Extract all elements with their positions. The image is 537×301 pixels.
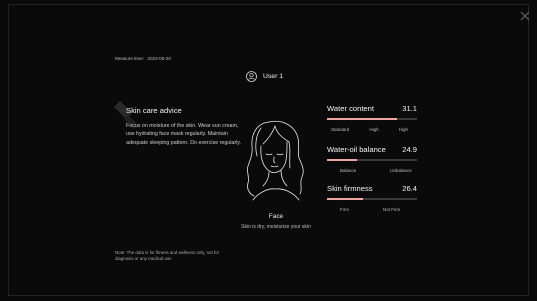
metric-value: 24.9	[402, 145, 417, 154]
user-avatar-icon	[246, 71, 257, 82]
metric-name: Water-oil balance	[327, 145, 386, 154]
user-selector[interactable]: User 1	[246, 71, 283, 82]
scale-label: Not Firm	[383, 207, 401, 212]
metric-name: Water content	[327, 104, 374, 113]
advice-body: Focus on moisture of the skin. Wear sun …	[126, 123, 242, 146]
metric-value: 26.4	[402, 184, 417, 193]
metric-name: Skin firmness	[327, 184, 373, 193]
metric-level-fill	[327, 198, 363, 200]
close-icon[interactable]	[519, 10, 531, 22]
metric-water-content: Water content 31.1 Standard High High	[327, 104, 417, 132]
metric-level-bar	[327, 118, 417, 120]
metric-skin-firmness: Skin firmness 26.4 Firm Not Firm	[327, 184, 417, 212]
face-description: Skin is dry, moisturize your skin	[241, 224, 311, 230]
scale-label: Unbalance	[390, 168, 412, 173]
face-outline-illustration	[247, 120, 304, 201]
disclaimer-note: Note: The data is for fitness and wellne…	[115, 250, 220, 261]
metric-water-oil-balance: Water-oil balance 24.9 Balance Unbalance	[327, 145, 417, 173]
advice-title: Skin care advice	[126, 106, 182, 115]
measure-time-label: Measure time:	[115, 56, 145, 61]
measure-time-date: 2023-05-20	[147, 56, 171, 61]
scale-label: High	[369, 127, 379, 132]
scale-label: Balance	[340, 168, 357, 173]
skin-care-advice: Skin care advice Focus on moisture of th…	[126, 106, 248, 147]
skin-report-screen: Measure time: 2023-05-20 User 1 Skin car…	[0, 0, 537, 301]
metric-scale: Firm Not Firm	[327, 207, 417, 212]
metric-level-fill	[327, 159, 357, 161]
metric-level-bar	[327, 159, 417, 161]
scale-label: Firm	[340, 207, 349, 212]
measure-time: Measure time: 2023-05-20	[115, 56, 171, 61]
scale-label: Standard	[331, 127, 350, 132]
metric-level-bar	[327, 198, 417, 200]
face-label: Face	[268, 213, 284, 220]
metric-value: 31.1	[402, 104, 417, 113]
metric-scale: Standard High High	[327, 127, 417, 132]
metric-scale: Balance Unbalance	[327, 168, 417, 173]
scale-label: High	[398, 127, 408, 132]
user-name: User 1	[263, 73, 284, 80]
metric-level-fill	[327, 118, 398, 120]
